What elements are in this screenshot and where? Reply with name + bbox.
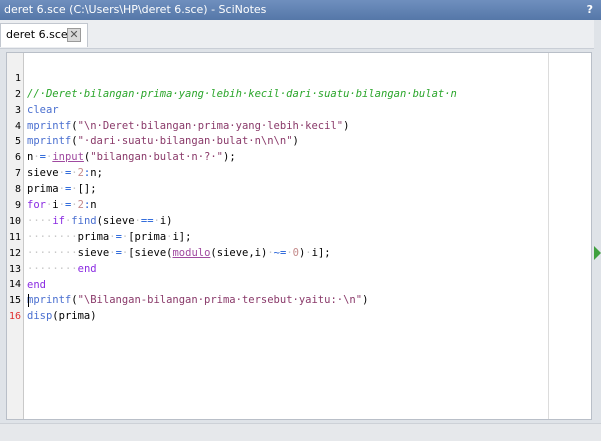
code-text: n·=·input("bilangan·bulat·n·?·"); [27,151,236,164]
tab-label: deret 6.sce [6,28,68,41]
code-line[interactable]: 14 mprintf("\Bilangan-bilangan·prima·ter… [7,262,368,306]
tab-bar: deret 6.sce ✕ [0,20,601,49]
code-text: mprintf("\n·Deret·bilangan·prima·yang·le… [27,119,350,132]
code-line[interactable]: 3 mprintf("\n·Deret·bilangan·prima·yang·… [7,87,349,132]
help-button[interactable]: ? [587,0,593,20]
code-line[interactable]: 1 //·Deret·bilangan·prima·yang·lebih·kec… [7,55,457,100]
code-text: //·Deret·bilangan·prima·yang·lebih·kecil… [27,87,457,100]
code-line-current[interactable]: 16 [7,293,45,322]
right-margin-line [548,53,549,419]
code-lines[interactable]: 1 //·Deret·bilangan·prima·yang·lebih·kec… [7,55,457,322]
code-text: ········prima·=·[prima·i]; [27,230,192,243]
code-line[interactable]: 4 mprintf("·dari·suatu·bilangan·bulat·n\… [7,103,299,148]
code-line[interactable]: 15 disp(prima) [7,277,97,322]
line-number: 16 [8,311,21,323]
code-line[interactable]: 8 for·i·=·2:n [7,166,97,211]
tab-deret-6[interactable]: deret 6.sce ✕ [0,23,88,47]
window-title: deret 6.sce (C:\Users\HP\deret 6.sce) - … [4,3,267,16]
code-line[interactable]: 11 ········sieve·=·[sieve(modulo(sieve,i… [7,214,331,259]
code-text: ····if·find(sieve·==·i) [27,214,173,227]
code-text: mprintf("·dari·suatu·bilangan·bulat·n\n\… [27,135,299,148]
code-line[interactable]: 10 ········prima·=·[prima·i]; [7,198,192,243]
right-panel-edge [594,20,601,420]
code-line[interactable]: 5 n·=·input("bilangan·bulat·n·?·"); [7,119,236,163]
code-line[interactable]: 13 end [7,246,46,291]
status-bar [0,423,601,441]
window-title-bar: deret 6.sce (C:\Users\HP\deret 6.sce) - … [0,0,601,20]
code-line[interactable]: 9 ····if·find(sieve·==·i) [7,182,173,227]
close-tab-icon[interactable]: ✕ [67,28,81,42]
code-line[interactable]: 6 sieve·=·2:n; [7,134,103,179]
code-line[interactable]: 2 clear [7,71,59,116]
code-text: ········sieve·=·[sieve(modulo(sieve,i)·~… [27,246,331,259]
text-caret [28,294,29,308]
code-line[interactable]: 7 prima·=·[]; [7,150,97,195]
code-editor[interactable]: 1 //·Deret·bilangan·prima·yang·lebih·kec… [6,52,592,420]
green-arrow-icon[interactable] [594,246,601,260]
code-text: mprintf("\Bilangan-bilangan·prima·terseb… [27,294,369,307]
code-line[interactable]: 12 ········end [7,230,97,275]
